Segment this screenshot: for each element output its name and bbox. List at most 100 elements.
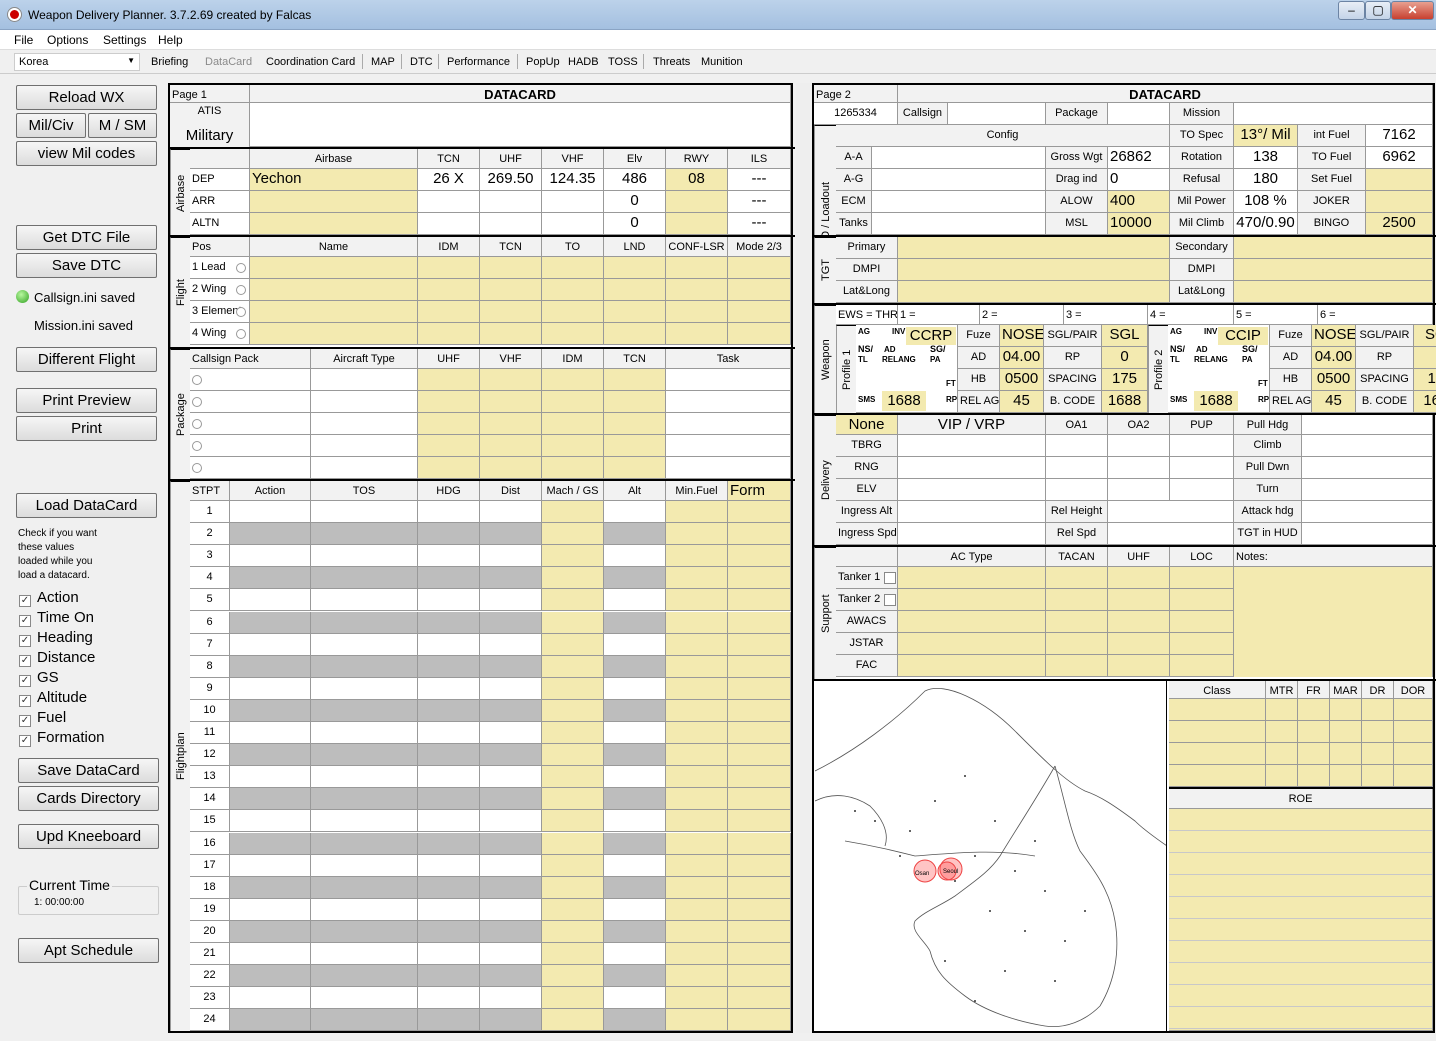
flightplan-cell[interactable] (728, 677, 791, 700)
support-field[interactable] (898, 633, 1046, 655)
flightplan-cell[interactable] (418, 744, 480, 767)
flightplan-cell[interactable] (604, 965, 666, 988)
mil-civ-button[interactable]: Mil/Civ (16, 113, 86, 138)
flightplan-cell[interactable] (542, 876, 604, 899)
flight-radio[interactable] (236, 307, 246, 317)
flight-cell[interactable] (604, 279, 666, 301)
flightplan-cell[interactable] (230, 589, 311, 612)
package-cell[interactable] (480, 413, 542, 435)
flightplan-cell[interactable] (230, 699, 311, 722)
package-cell[interactable] (666, 391, 791, 413)
value-drag[interactable]: 0 (1108, 169, 1170, 191)
region-select[interactable]: Korea ▼ (14, 53, 140, 71)
flightplan-cell[interactable] (728, 788, 791, 811)
class-field[interactable] (1169, 765, 1266, 787)
flightplan-cell[interactable] (728, 766, 791, 789)
value-msl[interactable]: 10000 (1108, 213, 1170, 235)
flightplan-cell[interactable] (480, 854, 542, 877)
flightplan-cell[interactable] (542, 920, 604, 943)
flight-cell[interactable] (480, 279, 542, 301)
airbase-name[interactable]: Yechon (250, 169, 418, 191)
support-field[interactable] (1234, 655, 1433, 677)
package-cell[interactable] (190, 413, 311, 435)
flightplan-cell[interactable] (728, 567, 791, 590)
flight-cell[interactable] (250, 257, 418, 279)
flightplan-cell[interactable] (666, 965, 728, 988)
class-field[interactable] (1362, 765, 1394, 787)
class-field[interactable] (1330, 699, 1362, 721)
delivery-field[interactable] (1108, 501, 1234, 523)
different-flight-button[interactable]: Different Flight (16, 347, 157, 372)
flightplan-cell[interactable] (542, 677, 604, 700)
support-field[interactable] (1108, 589, 1170, 611)
package-cell[interactable] (480, 435, 542, 457)
flightplan-cell[interactable] (542, 722, 604, 744)
flightplan-cell[interactable] (604, 677, 666, 700)
tab-hadb[interactable]: HADB (568, 56, 599, 68)
flightplan-cell[interactable] (728, 523, 791, 546)
package-field[interactable] (1108, 103, 1170, 125)
package-cell[interactable] (311, 369, 418, 391)
reload-wx-button[interactable]: Reload WX (16, 85, 157, 110)
close-button[interactable]: ✕ (1391, 1, 1434, 20)
package-cell[interactable] (480, 369, 542, 391)
flightplan-cell[interactable] (666, 1009, 728, 1032)
package-cell[interactable] (190, 369, 311, 391)
flightplan-cell[interactable] (666, 677, 728, 700)
delivery-field[interactable] (898, 457, 1046, 479)
class-field[interactable] (1298, 743, 1330, 765)
weapon-value[interactable]: 04.00 (1000, 347, 1044, 369)
flightplan-cell[interactable] (311, 611, 418, 634)
flightplan-cell[interactable] (311, 987, 418, 1010)
tgt-field[interactable] (1234, 281, 1433, 303)
flightplan-cell[interactable] (604, 545, 666, 568)
package-cell[interactable] (542, 413, 604, 435)
class-field[interactable] (1298, 765, 1330, 787)
flightplan-cell[interactable] (230, 677, 311, 700)
flightplan-cell[interactable] (230, 611, 311, 634)
flightplan-cell[interactable] (604, 699, 666, 722)
weapon-value[interactable]: 175 (1102, 369, 1148, 391)
weapon-value[interactable]: 0500 (1312, 369, 1356, 391)
airbase-vhf[interactable] (542, 191, 604, 213)
flightplan-cell[interactable] (728, 744, 791, 767)
flightplan-cell[interactable] (480, 611, 542, 634)
flightplan-cell[interactable] (480, 920, 542, 943)
checkbox-heading[interactable]: ✓ Heading (19, 629, 93, 647)
flightplan-cell[interactable] (311, 501, 418, 523)
flightplan-cell[interactable] (728, 501, 791, 523)
class-field[interactable] (1362, 699, 1394, 721)
atis-field[interactable] (250, 103, 791, 147)
class-field[interactable] (1266, 765, 1298, 787)
weapon-value[interactable]: 04.00 (1312, 347, 1356, 369)
airbase-elv[interactable]: 486 (604, 169, 666, 191)
support-field[interactable] (1170, 611, 1234, 633)
flightplan-cell[interactable] (311, 965, 418, 988)
flightplan-cell[interactable] (604, 589, 666, 612)
value-mil_power[interactable]: 108 % (1234, 191, 1298, 213)
class-field[interactable] (1169, 721, 1266, 743)
flightplan-cell[interactable] (666, 589, 728, 612)
class-field[interactable] (1330, 743, 1362, 765)
flightplan-cell[interactable] (666, 898, 728, 921)
weapon-value[interactable]: NOSE (1000, 325, 1044, 347)
airbase-rwy[interactable]: 08 (666, 169, 728, 191)
package-radio[interactable] (192, 419, 202, 429)
support-field[interactable] (1234, 611, 1433, 633)
flightplan-cell[interactable] (311, 854, 418, 877)
tgt-field[interactable] (1234, 237, 1433, 259)
weapon-value[interactable]: 0500 (1000, 369, 1044, 391)
delivery-field[interactable] (1108, 523, 1234, 545)
flightplan-cell[interactable] (480, 545, 542, 568)
checkbox-gs[interactable]: ✓ GS (19, 669, 59, 687)
class-field[interactable] (1394, 743, 1433, 765)
flightplan-cell[interactable] (418, 589, 480, 612)
flightplan-cell[interactable] (666, 655, 728, 678)
flightplan-cell[interactable] (311, 920, 418, 943)
flightplan-cell[interactable] (542, 788, 604, 811)
flightplan-cell[interactable] (542, 943, 604, 965)
tgt-field[interactable] (1234, 259, 1433, 281)
weapon-value[interactable]: 45 (1000, 391, 1044, 413)
save-dtc-button[interactable]: Save DTC (16, 253, 157, 278)
flight-cell[interactable] (728, 323, 791, 345)
